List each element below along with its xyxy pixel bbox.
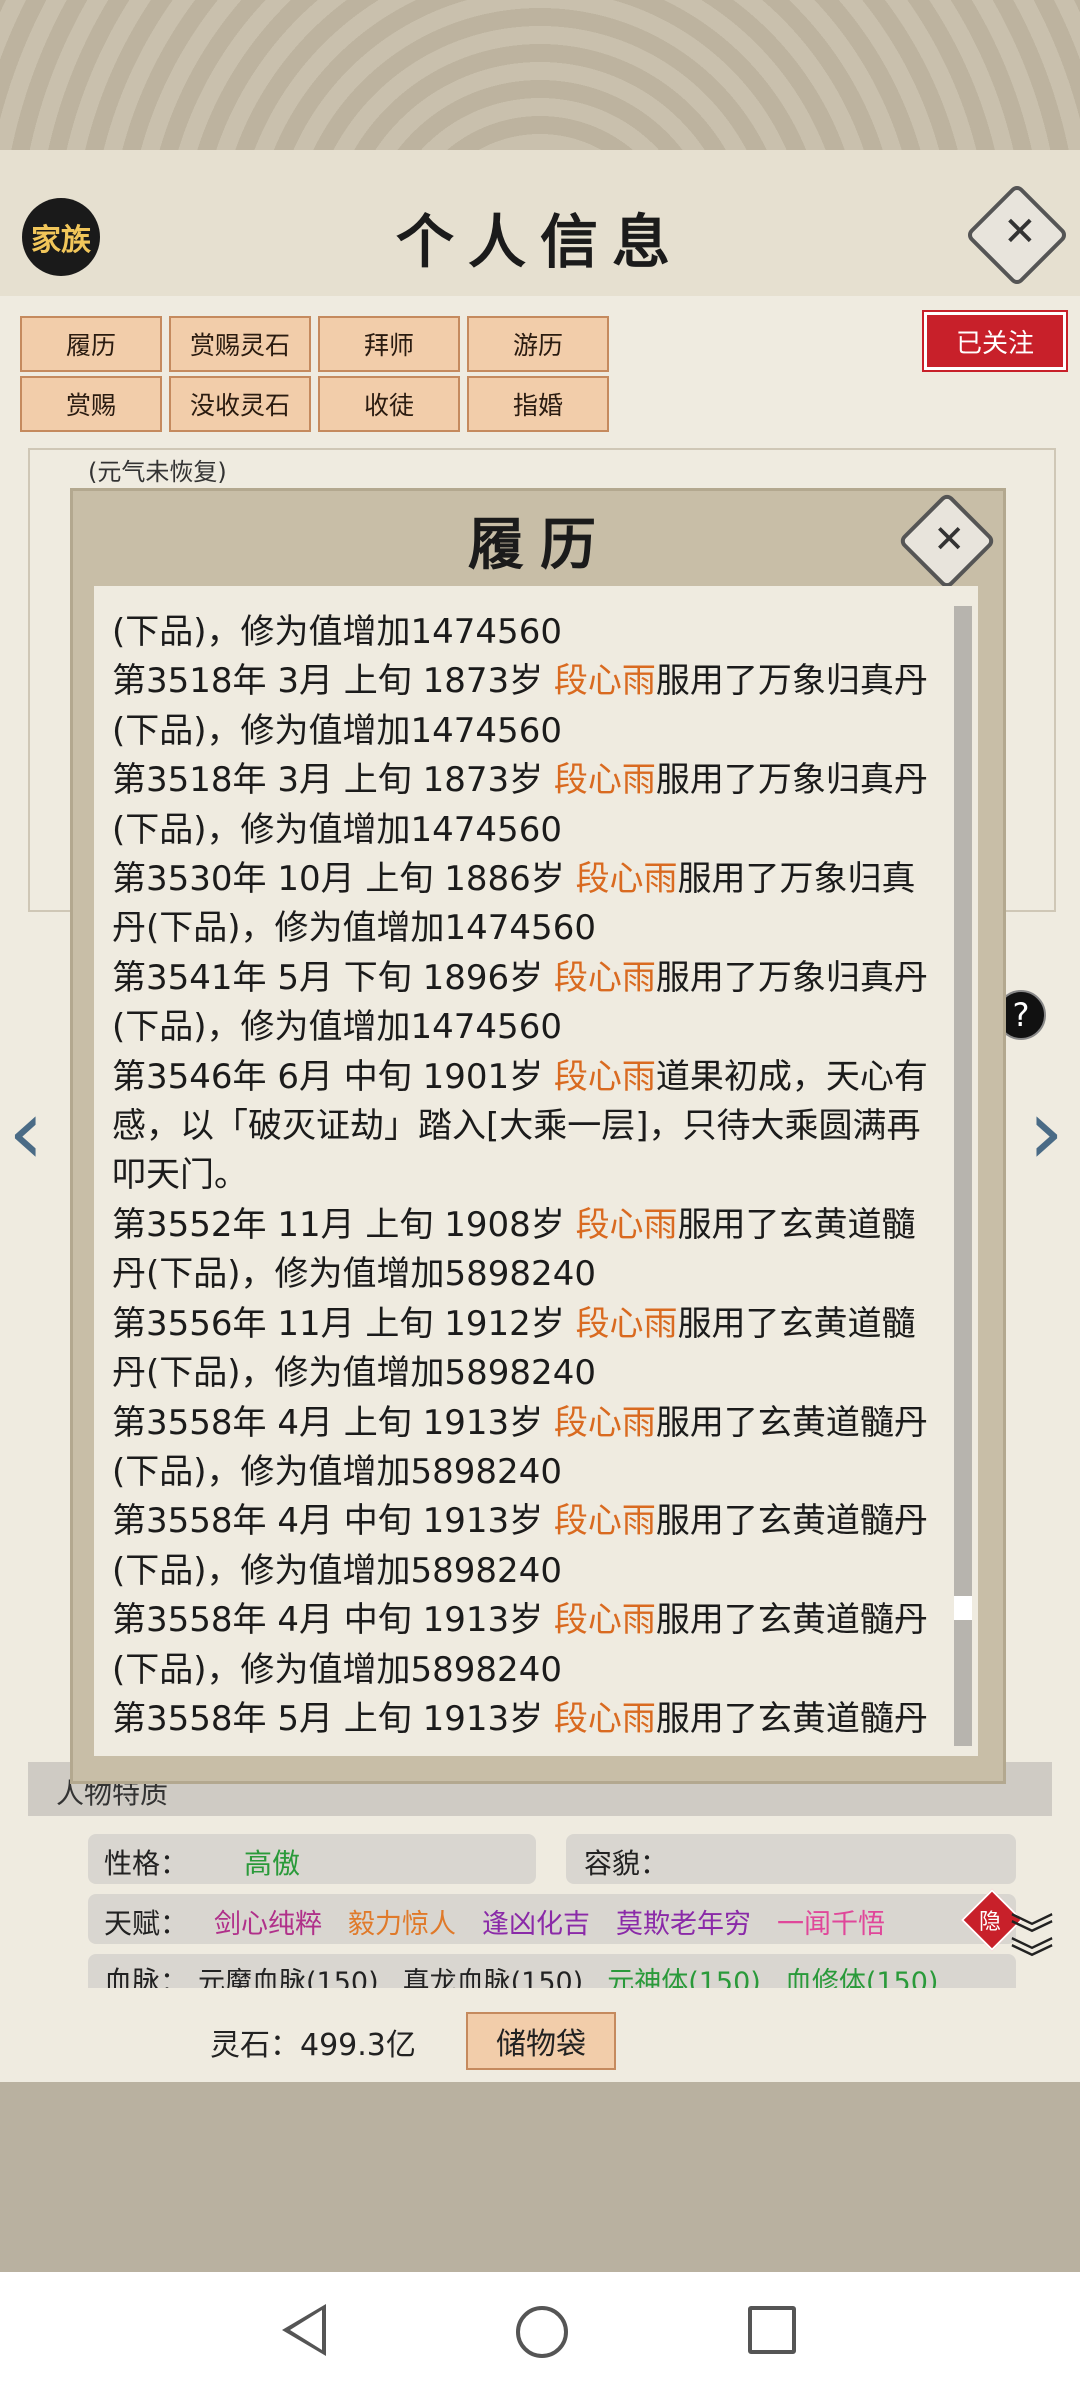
bloodline-list: 元魔血脉(150) 真龙血脉(150) 元神体(150) 血修体(150)	[198, 1960, 962, 1988]
personality-label: 性格：	[104, 1847, 189, 1880]
talent-item: 剑心纯粹	[214, 1909, 322, 1940]
history-entry: 第3530年 10月 上旬 1886岁 段心雨服用了万象归真丹(下品)，修为值增…	[112, 859, 916, 949]
prev-arrow-icon[interactable]: ‹	[8, 1080, 44, 1185]
history-entry: 第3558年 4月 上旬 1913岁 段心雨服用了玄黄道髓丹(下品)，修为值增加…	[112, 1402, 928, 1492]
bloodline-item: 血修体(150)	[784, 1967, 939, 1988]
history-entry: (下品)，修为值增加1474560	[112, 612, 562, 652]
log-scroll-thumb[interactable]	[954, 1596, 972, 1620]
bloodline-item: 元神体(150)	[607, 1967, 761, 1988]
tab-confiscate-stones[interactable]: 没收灵石	[169, 376, 311, 432]
character-name: 段心雨	[553, 1402, 656, 1443]
history-entry: 第3552年 11月 上旬 1908岁 段心雨服用了玄黄道髓丹(下品)，修为值增…	[112, 1204, 916, 1295]
close-icon: ✕	[1003, 209, 1037, 256]
history-entry: 第3518年 3月 上旬 1873岁 段心雨服用了万象归真丹(下品)，修为值增加…	[112, 661, 928, 751]
hide-badge-label: 隐	[978, 1910, 1001, 1935]
next-arrow-icon[interactable]: ›	[1028, 1080, 1064, 1185]
talent-item: 毅力惊人	[348, 1909, 456, 1940]
tab-apprentice-master[interactable]: 拜师	[318, 316, 460, 372]
character-name: 段心雨	[553, 1501, 656, 1542]
history-entry: 第3518年 3月 上旬 1873岁 段心雨服用了万象归真丹(下品)，修为值增加…	[112, 760, 928, 850]
followed-button[interactable]: 已关注	[922, 310, 1068, 372]
bloodline-item: 真龙血脉(150)	[402, 1967, 584, 1988]
history-entry: 第3556年 11月 上旬 1912岁 段心雨服用了玄黄道髓丹(下品)，修为值增…	[112, 1303, 916, 1394]
history-entry: 第3541年 5月 下旬 1896岁 段心雨服用了万象归真丹(下品)，修为值增加…	[112, 957, 928, 1048]
dialog-title: 履历	[468, 512, 612, 578]
character-name: 段心雨	[553, 1698, 656, 1739]
talent-item: 莫欺老年穷	[616, 1909, 751, 1940]
log-scrollbar[interactable]	[954, 606, 972, 1746]
family-button[interactable]: 家族	[22, 198, 100, 276]
looks-label: 容貌：	[584, 1847, 669, 1880]
scroll-down-icon[interactable]: ︾ ︾	[1010, 1914, 1054, 1982]
tab-take-disciple[interactable]: 收徒	[318, 376, 460, 432]
history-log-text: (下品)，修为值增加1474560 第3518年 3月 上旬 1873岁 段心雨服…	[112, 608, 932, 1744]
personality-value: 高傲	[244, 1847, 301, 1880]
character-name: 段心雨	[553, 1600, 656, 1641]
storage-bag-button[interactable]: 储物袋	[466, 2012, 616, 2070]
bloodline-item: 元魔血脉(150)	[198, 1967, 379, 1988]
history-entry: 第3558年 4月 中旬 1913岁 段心雨服用了玄黄道髓丹(下品)，修为值增加…	[112, 1501, 928, 1591]
back-icon-inner	[290, 2310, 322, 2350]
talent-item: 逢凶化吉	[482, 1909, 590, 1940]
character-name: 段心雨	[575, 1303, 678, 1344]
character-name: 段心雨	[553, 957, 656, 998]
status-text: (元气未恢复)	[88, 458, 227, 486]
tab-history[interactable]: 履历	[20, 316, 162, 372]
history-log[interactable]: (下品)，修为值增加1474560 第3518年 3月 上旬 1873岁 段心雨服…	[94, 586, 978, 1756]
character-name: 段心雨	[553, 1056, 656, 1097]
spirit-stone-count: 灵石：499.3亿	[210, 2028, 416, 2063]
character-name: 段心雨	[553, 760, 656, 801]
tab-reward-stones[interactable]: 赏赐灵石	[169, 316, 311, 372]
tab-travel[interactable]: 游历	[467, 316, 609, 372]
tab-reward[interactable]: 赏赐	[20, 376, 162, 432]
page-title: 个人信息	[395, 208, 684, 276]
history-entry: 第3546年 6月 中旬 1901岁 段心雨道果初成，天心有感，以「破灭证劫」踏…	[112, 1056, 928, 1196]
recent-apps-icon[interactable]	[748, 2306, 796, 2354]
character-name: 段心雨	[553, 661, 656, 702]
home-icon[interactable]	[516, 2306, 568, 2358]
top-decor-band	[0, 0, 1080, 150]
tab-arrange-marriage[interactable]: 指婚	[467, 376, 609, 432]
talent-item: 一闻千悟	[777, 1909, 885, 1940]
bloodline-row: 血脉： 元魔血脉(150) 真龙血脉(150) 元神体(150) 血修体(150)	[88, 1954, 1016, 1988]
character-name: 段心雨	[575, 859, 678, 900]
history-entry: 第3558年 4月 中旬 1913岁 段心雨服用了玄黄道髓丹(下品)，修为值增加…	[112, 1600, 928, 1690]
bloodline-label: 血脉：	[104, 1965, 189, 1988]
talent-label: 天赋：	[104, 1907, 189, 1940]
talent-list: 剑心纯粹 毅力惊人 逢凶化吉 莫欺老年穷 一闻千悟	[214, 1902, 911, 1941]
close-icon: ✕	[933, 516, 966, 561]
history-entry: 第3558年 5月 上旬 1913岁 段心雨服用了玄黄道髓丹	[112, 1698, 928, 1739]
character-name: 段心雨	[575, 1204, 678, 1245]
